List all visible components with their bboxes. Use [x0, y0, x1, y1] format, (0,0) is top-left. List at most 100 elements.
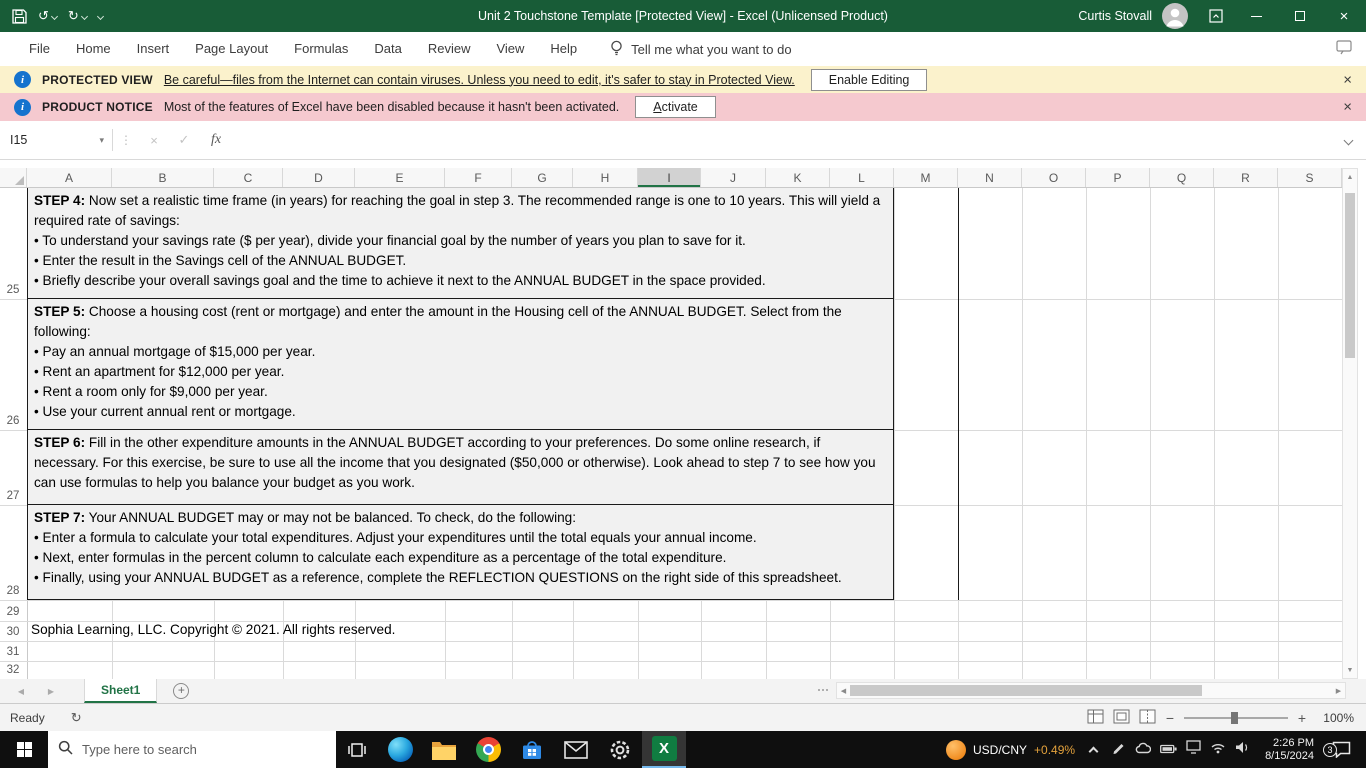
scroll-left-icon[interactable]: ◀	[837, 683, 850, 698]
column-header-e[interactable]: E	[355, 168, 445, 187]
cell-copyright[interactable]: Sophia Learning, LLC. Copyright © 2021. …	[31, 622, 395, 637]
tab-data[interactable]: Data	[361, 32, 414, 66]
product-bar-close-icon[interactable]: ×	[1343, 99, 1352, 116]
row-header-30[interactable]: 30	[0, 625, 26, 640]
horizontal-scrollbar[interactable]: ◀ ▶	[836, 682, 1346, 699]
column-header-p[interactable]: P	[1086, 168, 1150, 187]
ribbon-display-options-icon[interactable]	[1198, 0, 1234, 32]
sheet-nav-right-icon[interactable]: ▶	[42, 687, 60, 696]
formula-bar-grip-icon[interactable]: ⋮	[113, 133, 139, 147]
search-input[interactable]	[82, 742, 336, 757]
pen-icon[interactable]	[1112, 740, 1126, 760]
row-header-27[interactable]: 27	[0, 489, 26, 504]
new-sheet-button[interactable]: +	[173, 683, 190, 699]
select-all-corner[interactable]	[0, 168, 27, 187]
save-icon[interactable]	[12, 8, 27, 24]
zoom-in-button[interactable]: +	[1297, 710, 1307, 726]
tab-formulas[interactable]: Formulas	[281, 32, 361, 66]
column-header-r[interactable]: R	[1214, 168, 1278, 187]
scroll-up-icon[interactable]: ▲	[1343, 169, 1357, 185]
row-header-26[interactable]: 26	[0, 414, 26, 429]
taskbar-clock[interactable]: 2:26 PM 8/15/2024	[1265, 737, 1314, 763]
microsoft-store-icon[interactable]	[510, 731, 554, 768]
formula-input[interactable]	[233, 127, 1345, 153]
user-avatar[interactable]	[1162, 3, 1188, 29]
page-break-preview-icon[interactable]	[1139, 709, 1156, 727]
column-header-a[interactable]: A	[27, 168, 112, 187]
chrome-icon[interactable]	[466, 731, 510, 768]
row-header-28[interactable]: 28	[0, 584, 26, 599]
column-header-s[interactable]: S	[1278, 168, 1342, 187]
account-user-name[interactable]: Curtis Stovall	[1078, 9, 1152, 23]
column-header-j[interactable]: J	[701, 168, 766, 187]
accessibility-checker-icon[interactable]: ↻	[71, 710, 82, 726]
enter-check-icon[interactable]: ✓	[169, 132, 199, 148]
zoom-level[interactable]: 100%	[1316, 711, 1354, 725]
zoom-slider[interactable]	[1184, 711, 1288, 725]
taskbar-search-box[interactable]	[48, 731, 336, 768]
cell-step4[interactable]: STEP 4: Now set a realistic time frame (…	[27, 188, 894, 299]
protected-bar-close-icon[interactable]: ×	[1343, 71, 1352, 88]
file-explorer-icon[interactable]	[422, 731, 466, 768]
start-button[interactable]	[0, 731, 48, 768]
cancel-icon[interactable]: ×	[139, 133, 169, 148]
column-header-m[interactable]: M	[894, 168, 958, 187]
zoom-slider-thumb[interactable]	[1231, 711, 1238, 724]
zoom-out-button[interactable]: −	[1165, 710, 1175, 726]
horizontal-scrollbar-thumb[interactable]	[850, 685, 1202, 696]
activate-button[interactable]: Activate	[635, 96, 716, 118]
vertical-scrollbar-thumb[interactable]	[1345, 193, 1355, 358]
row-header-32[interactable]: 32	[0, 663, 26, 678]
redo-button[interactable]: ↻	[68, 8, 88, 24]
tab-view[interactable]: View	[483, 32, 537, 66]
cell-step6[interactable]: STEP 6: Fill in the other expenditure am…	[27, 430, 894, 505]
excel-taskbar-icon[interactable]: X	[642, 731, 686, 768]
maximize-button[interactable]	[1278, 0, 1322, 32]
column-header-q[interactable]: Q	[1150, 168, 1214, 187]
customize-quick-access-toolbar-icon[interactable]	[96, 12, 104, 20]
tell-me-box[interactable]: Tell me what you want to do	[610, 40, 792, 59]
row-header-29[interactable]: 29	[0, 605, 26, 620]
column-header-k[interactable]: K	[766, 168, 830, 187]
tab-home[interactable]: Home	[63, 32, 124, 66]
name-box-input[interactable]	[10, 133, 72, 147]
expand-formula-bar-icon[interactable]	[1343, 135, 1354, 145]
name-box-dropdown-icon[interactable]: ▾	[99, 135, 104, 146]
mail-icon[interactable]	[554, 731, 598, 768]
tab-page-layout[interactable]: Page Layout	[182, 32, 281, 66]
column-header-h[interactable]: H	[573, 168, 638, 187]
column-header-i[interactable]: I	[638, 168, 701, 187]
page-layout-view-icon[interactable]	[1113, 709, 1130, 727]
minimize-button[interactable]	[1234, 0, 1278, 32]
insert-function-icon[interactable]: fx	[199, 132, 233, 148]
scroll-right-icon[interactable]: ▶	[1332, 683, 1345, 698]
column-header-b[interactable]: B	[112, 168, 214, 187]
tab-file[interactable]: File	[16, 32, 63, 66]
onedrive-cloud-icon[interactable]	[1135, 741, 1152, 759]
market-ticker-widget[interactable]: USD/CNY +0.49%	[946, 739, 1075, 760]
row-header-25[interactable]: 25	[0, 283, 26, 298]
volume-icon[interactable]	[1235, 741, 1250, 759]
cell-step7[interactable]: STEP 7: Your ANNUAL BUDGET may or may no…	[27, 505, 894, 600]
protected-view-message-link[interactable]: Be careful—files from the Internet can c…	[164, 73, 795, 87]
enable-editing-button[interactable]: Enable Editing	[810, 68, 928, 91]
comments-icon[interactable]	[1336, 40, 1352, 58]
name-box[interactable]: ▾	[0, 127, 112, 153]
column-header-d[interactable]: D	[283, 168, 355, 187]
display-icon[interactable]	[1186, 740, 1201, 759]
undo-button[interactable]: ↺	[38, 8, 58, 24]
column-header-c[interactable]: C	[214, 168, 283, 187]
battery-icon[interactable]	[1160, 741, 1177, 759]
tab-help[interactable]: Help	[537, 32, 590, 66]
tab-insert[interactable]: Insert	[124, 32, 183, 66]
column-header-n[interactable]: N	[958, 168, 1022, 187]
row-header-31[interactable]: 31	[0, 645, 26, 660]
sheet-nav-left-icon[interactable]: ◀	[12, 687, 30, 696]
undo-dropdown-icon[interactable]	[50, 12, 58, 20]
column-header-l[interactable]: L	[830, 168, 894, 187]
action-center-icon[interactable]: 3	[1323, 741, 1358, 758]
tab-sheet1[interactable]: Sheet1	[84, 679, 158, 703]
cell-step5[interactable]: STEP 5: Choose a housing cost (rent or m…	[27, 299, 894, 430]
column-header-o[interactable]: O	[1022, 168, 1086, 187]
tab-splitter-handle[interactable]	[818, 689, 828, 691]
